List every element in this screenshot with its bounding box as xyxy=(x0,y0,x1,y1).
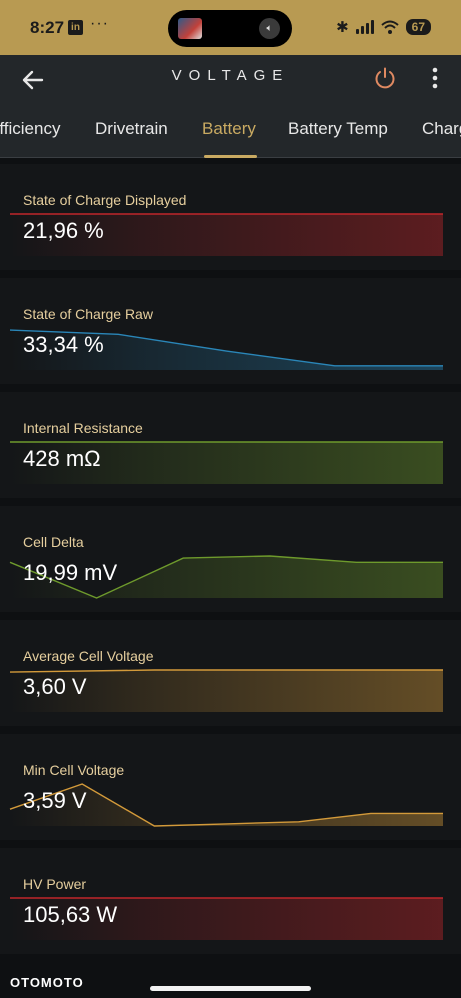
metric-value: 428 mΩ xyxy=(23,446,101,471)
metric-label: State of Charge Displayed xyxy=(23,192,187,208)
metric-value: 3,60 V xyxy=(23,674,87,699)
metric-card-soc-raw[interactable]: State of Charge Raw 33,34 % xyxy=(0,278,461,384)
sparkline xyxy=(9,669,443,712)
metric-card-average-cell-voltage[interactable]: Average Cell Voltage 3,60 V xyxy=(0,620,461,726)
metric-card-hv-power[interactable]: HV Power 105,63 W xyxy=(0,848,461,954)
linkedin-icon: in xyxy=(68,20,83,35)
watermark-logo: OTOMOTO xyxy=(10,975,84,990)
active-tab-indicator xyxy=(204,155,257,158)
metric-card-min-cell-voltage[interactable]: Min Cell Voltage 3,59 V xyxy=(0,734,461,840)
metric-label: State of Charge Raw xyxy=(23,306,153,322)
metric-card-soc-displayed[interactable]: State of Charge Displayed 21,96 % xyxy=(0,164,461,270)
tab-battery-temp[interactable]: Battery Temp xyxy=(288,119,388,139)
mute-icon: 🔈︎ xyxy=(259,18,280,39)
tab-charging[interactable]: Charging xyxy=(422,119,461,139)
metric-label: HV Power xyxy=(23,876,87,892)
metric-label: Cell Delta xyxy=(23,534,84,550)
bluetooth-icon: ✱ xyxy=(336,19,349,36)
metric-card-internal-resistance[interactable]: Internal Resistance 428 mΩ xyxy=(0,392,461,498)
more-vertical-icon[interactable] xyxy=(424,65,446,91)
tab-bar: Efficiency Drivetrain Battery Battery Te… xyxy=(0,113,461,158)
metric-value: 3,59 V xyxy=(23,788,87,813)
metric-value: 33,34 % xyxy=(23,332,104,357)
sparkline xyxy=(9,783,443,827)
sparkline xyxy=(10,441,443,484)
power-icon[interactable] xyxy=(373,66,397,90)
wifi-icon xyxy=(380,20,399,34)
status-bar: 8:27 in ··· 🔈︎ ✱ 67 xyxy=(0,0,461,55)
metric-value: 21,96 % xyxy=(23,218,104,243)
status-time: 8:27 xyxy=(30,18,65,37)
metric-label: Internal Resistance xyxy=(23,420,143,436)
sparkline xyxy=(10,213,443,256)
status-indicators: ✱ 67 xyxy=(336,18,431,36)
signal-icon xyxy=(355,20,374,34)
home-indicator[interactable] xyxy=(150,986,311,991)
sparkline xyxy=(9,329,443,370)
more-dots-icon: ··· xyxy=(90,15,109,32)
metric-label: Average Cell Voltage xyxy=(23,648,154,664)
app-header: VOLTAGE Efficiency Drivetrain Battery Ba… xyxy=(0,55,461,158)
metric-card-cell-delta[interactable]: Cell Delta 19,99 mV xyxy=(0,506,461,612)
metric-value: 19,99 mV xyxy=(23,560,118,585)
sparkline xyxy=(10,897,443,940)
tab-drivetrain[interactable]: Drivetrain xyxy=(95,119,168,139)
dynamic-island[interactable]: 🔈︎ xyxy=(168,10,292,47)
media-thumbnail xyxy=(178,18,202,39)
battery-icon: 67 xyxy=(405,19,431,35)
sparkline xyxy=(9,555,443,599)
metric-label: Min Cell Voltage xyxy=(23,762,125,778)
tab-battery[interactable]: Battery xyxy=(202,119,256,139)
tab-efficiency[interactable]: Efficiency xyxy=(0,119,60,139)
metric-value: 105,63 W xyxy=(23,902,118,927)
